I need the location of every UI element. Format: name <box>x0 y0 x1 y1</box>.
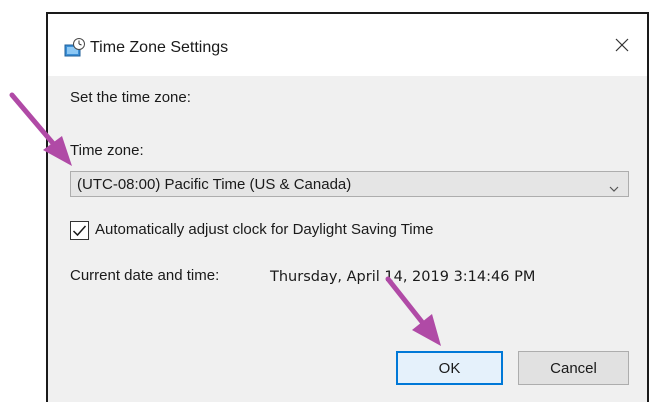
time-zone-settings-dialog: Time Zone Settings Set the time zone: Ti… <box>46 12 649 402</box>
daylight-saving-label: Automatically adjust clock for Daylight … <box>95 221 434 238</box>
current-date-time-value: Thursday, April 14, 2019 3:14:46 PM <box>270 269 536 285</box>
close-button[interactable] <box>607 32 637 62</box>
cancel-button[interactable]: Cancel <box>518 351 629 385</box>
current-date-time-label: Current date and time: <box>70 267 220 284</box>
ok-button[interactable]: OK <box>396 351 503 385</box>
time-zone-dropdown[interactable]: (UTC-08:00) Pacific Time (US & Canada) <box>70 171 629 197</box>
set-time-zone-label: Set the time zone: <box>70 89 191 106</box>
daylight-saving-checkbox-row[interactable]: Automatically adjust clock for Daylight … <box>70 219 433 241</box>
dialog-title: Time Zone Settings <box>90 39 229 56</box>
time-zone-selected-value: (UTC-08:00) Pacific Time (US & Canada) <box>77 176 352 193</box>
checkmark-icon <box>72 225 87 236</box>
time-zone-label: Time zone: <box>70 142 144 159</box>
chevron-down-icon <box>609 180 619 192</box>
title-bar: Time Zone Settings <box>48 14 647 76</box>
screenshot-stage: Time Zone Settings Set the time zone: Ti… <box>0 0 656 406</box>
clock-globe-icon <box>64 38 86 58</box>
close-icon <box>615 38 629 57</box>
daylight-saving-checkbox[interactable] <box>70 220 89 240</box>
